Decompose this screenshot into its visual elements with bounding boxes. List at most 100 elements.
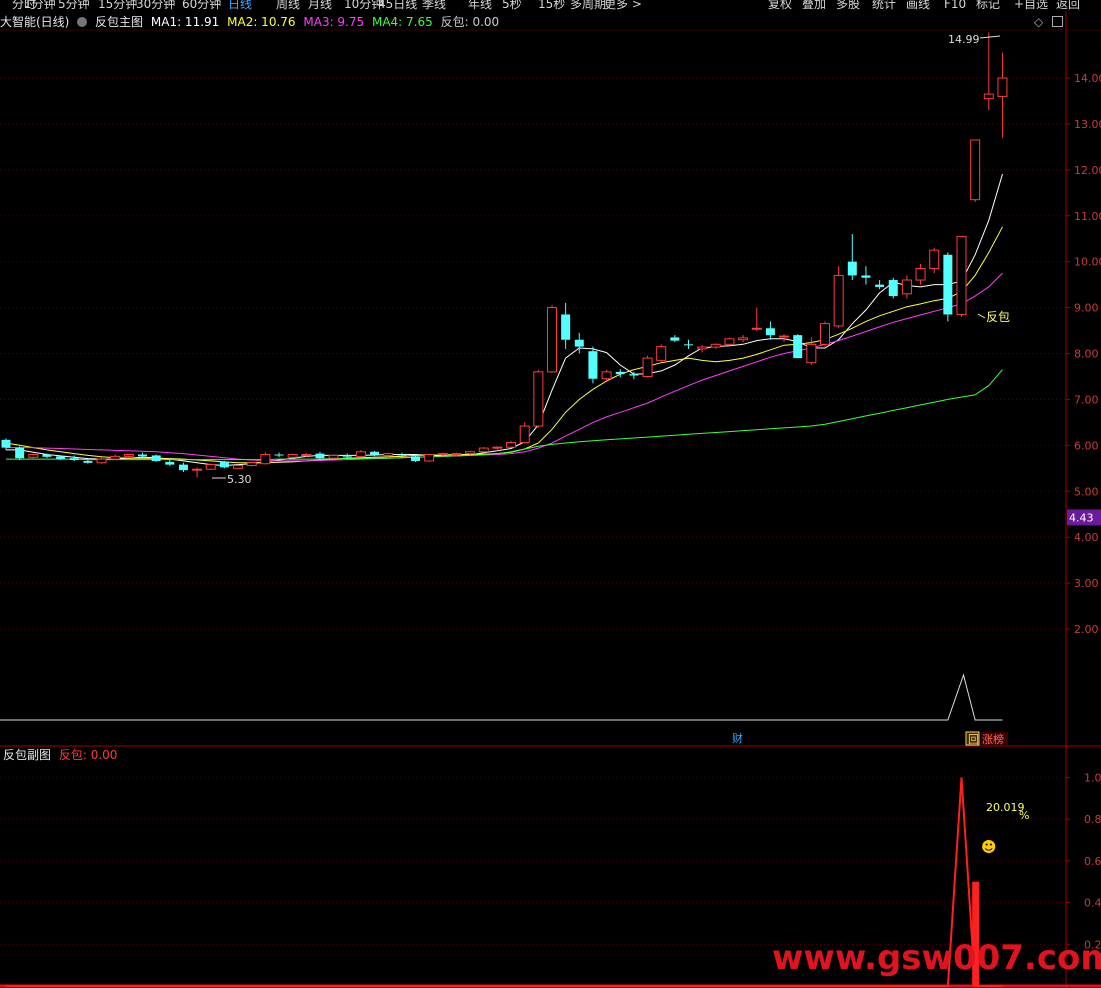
candle <box>997 52 1008 138</box>
y-tick-label: 7.00 <box>1074 393 1099 406</box>
candle-body <box>56 456 66 460</box>
candle-body <box>779 335 790 338</box>
candle-body <box>178 464 188 471</box>
sub-y-tick-label: 0.40 <box>1084 897 1101 910</box>
candle-body <box>301 454 312 457</box>
candle <box>192 467 203 478</box>
candle <box>656 344 667 363</box>
candle-body <box>820 323 830 345</box>
y-tick-label: 3.00 <box>1074 577 1099 590</box>
sub-y-tick-label: 0.60 <box>1084 855 1101 868</box>
y-tick-label: 4.00 <box>1074 531 1099 544</box>
candle-body <box>738 337 749 341</box>
candle-body <box>710 343 721 348</box>
candle <box>847 234 857 281</box>
candle <box>165 460 175 466</box>
candle <box>629 371 639 380</box>
y-tick-label: 13.00 <box>1074 118 1101 131</box>
candle-body <box>315 453 325 459</box>
candle-body <box>397 454 407 456</box>
candle <box>915 263 926 285</box>
y-tick-label: 10.00 <box>1074 256 1101 269</box>
candle-body <box>328 454 339 459</box>
candle <box>287 453 298 459</box>
candle-body <box>847 261 857 276</box>
candle-body <box>151 455 161 461</box>
candle <box>260 452 271 465</box>
candle-body <box>192 468 203 471</box>
zhangbang-marker: 涨榜 <box>982 732 1004 746</box>
high-arrow <box>979 35 1001 39</box>
candle-body <box>888 280 898 297</box>
candle-body <box>437 453 448 456</box>
candle-body <box>875 284 885 287</box>
candle-body <box>42 454 52 457</box>
candle <box>96 457 107 464</box>
candle-body <box>970 139 981 201</box>
candle <box>724 337 735 346</box>
watermark: www.gsw007.com <box>772 938 1101 978</box>
main-signal-line <box>0 673 1003 721</box>
candle <box>684 339 693 349</box>
candle-body <box>28 454 39 458</box>
candle <box>355 449 366 458</box>
candle <box>315 451 325 460</box>
candle <box>901 275 912 299</box>
candle <box>205 463 216 471</box>
candle-body <box>246 462 257 467</box>
candle-body <box>96 458 107 464</box>
pct-sign: % <box>1019 809 1029 822</box>
y-tick-label: 2.00 <box>1074 623 1099 636</box>
candle <box>765 321 775 340</box>
candle-body <box>751 327 762 330</box>
candle <box>820 321 830 347</box>
candle <box>588 346 598 384</box>
candle <box>506 440 517 449</box>
candle-body <box>205 464 216 470</box>
candle-body <box>110 455 121 460</box>
candle <box>793 334 803 359</box>
candle-body <box>424 454 435 462</box>
candle <box>561 302 571 349</box>
candle <box>15 446 25 461</box>
candle-body <box>383 453 394 456</box>
candle-body <box>656 346 667 361</box>
candle-body <box>983 93 994 100</box>
sub-y-tick-label: 0.80 <box>1084 813 1101 826</box>
candle-body <box>165 461 175 465</box>
candle-body <box>138 454 147 457</box>
candle <box>123 453 134 458</box>
candle-body <box>411 456 420 461</box>
hui-marker: 回 <box>968 733 979 746</box>
candle <box>751 307 762 332</box>
kline-chart[interactable]: 14.00 13.00 12.00 11.00 10.00 9.00 8.00 7.00 6.0… <box>0 0 1101 988</box>
candle-body <box>233 465 244 469</box>
candle <box>956 235 967 317</box>
candle <box>970 139 981 202</box>
candle-body <box>806 343 817 364</box>
y-tick-label: 6.00 <box>1074 439 1099 452</box>
candle <box>779 334 790 343</box>
candle <box>110 454 121 461</box>
candle-body <box>355 451 366 457</box>
candle <box>328 454 339 460</box>
candle-body <box>492 446 503 449</box>
low-price-label: 5.30 <box>227 473 252 486</box>
candle-body <box>793 335 803 359</box>
candle-body <box>588 351 598 379</box>
candle <box>28 453 39 460</box>
ma-line-ma4 <box>6 369 1003 461</box>
candle-body <box>574 339 584 347</box>
ma-line-ma3 <box>6 272 1003 462</box>
candle <box>983 32 994 111</box>
candle-body <box>260 454 271 465</box>
candle <box>943 252 953 322</box>
candle <box>424 453 435 462</box>
candle-body <box>1 439 11 448</box>
sub-y-tick-label: 1.00 <box>1084 771 1101 784</box>
candle-body <box>642 357 653 377</box>
candle-body <box>697 346 708 350</box>
high-price-label: 14.99 <box>948 33 980 46</box>
fanbao-signal-label: 反包 <box>986 310 1010 324</box>
smile-icon: ☻ <box>981 838 997 856</box>
